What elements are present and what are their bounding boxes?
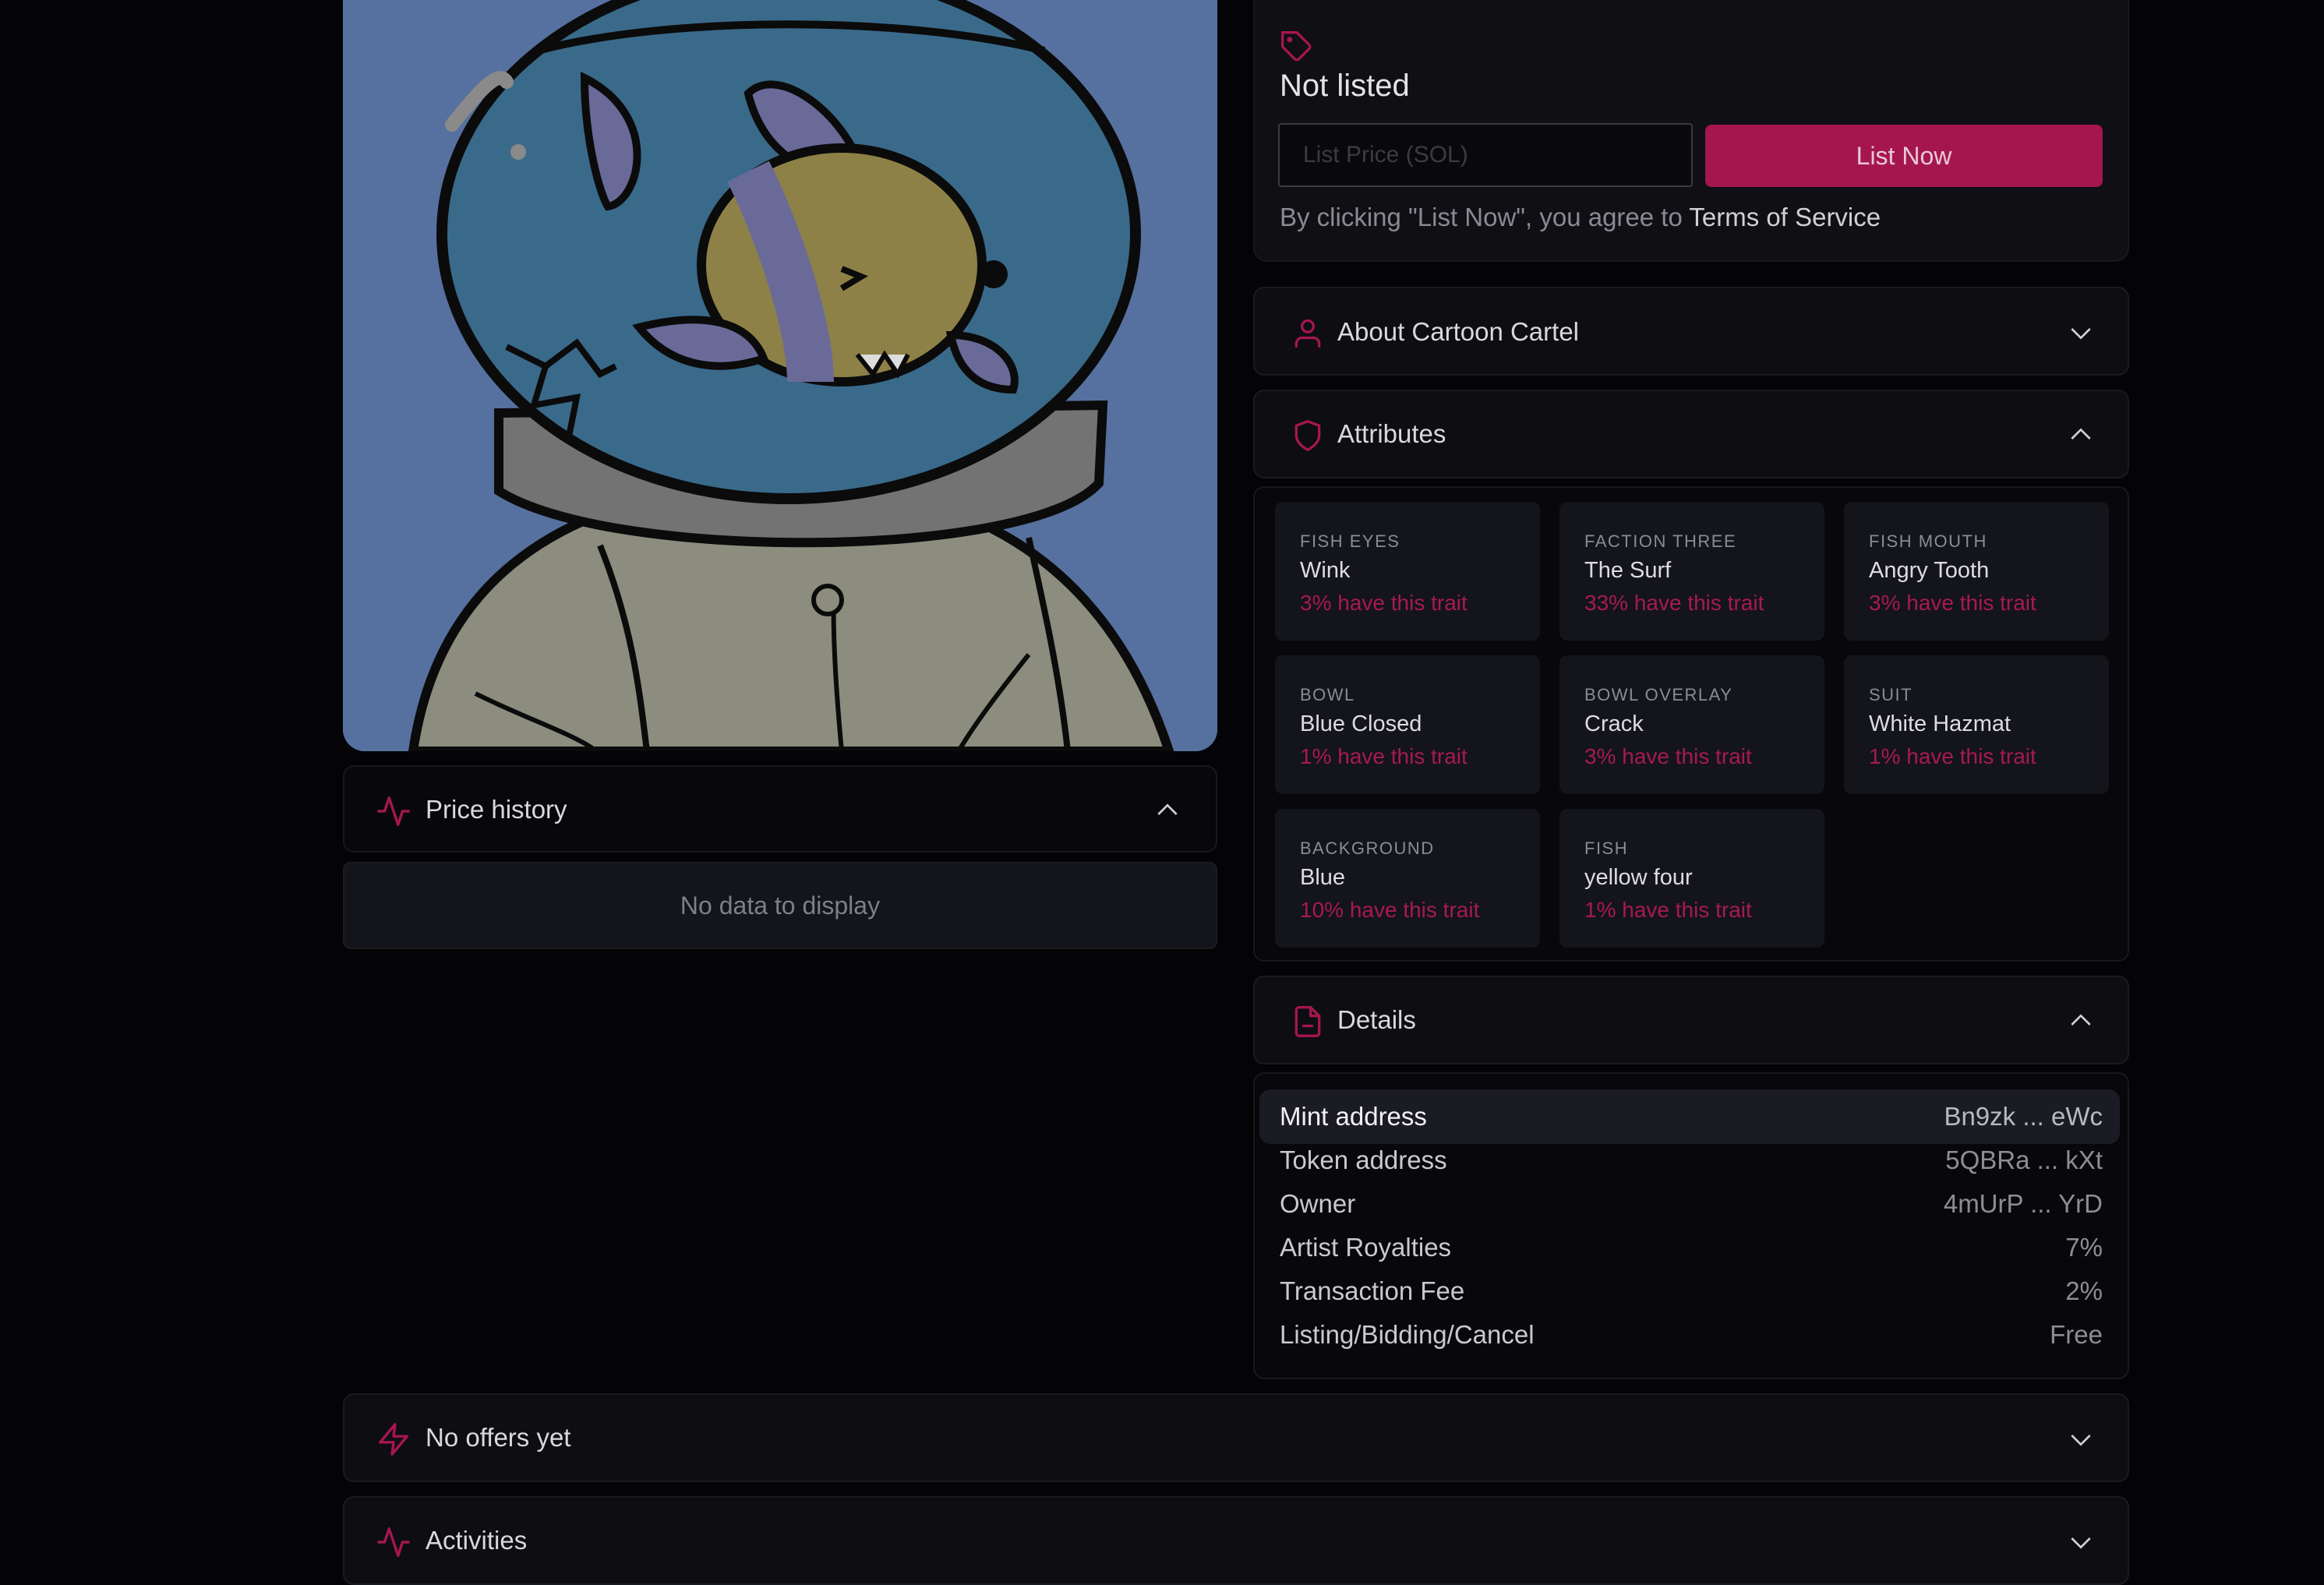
details-header[interactable]: Details	[1253, 976, 2129, 1064]
trait-type: SUIT	[1869, 685, 1913, 704]
trait-value: yellow four	[1584, 865, 1693, 890]
detail-label: Mint address	[1280, 1102, 1427, 1131]
trait-rarity: 1% have this trait	[1300, 744, 1468, 768]
activities-header[interactable]: Activities	[343, 1496, 2129, 1585]
offers-title: No offers yet	[426, 1423, 571, 1452]
attributes-title: Attributes	[1337, 419, 1446, 448]
trait-type: BACKGROUND	[1300, 838, 1435, 858]
detail-value: Free	[2050, 1320, 2103, 1349]
detail-value: 7%	[2065, 1233, 2103, 1262]
detail-value[interactable]: 4mUrP ... YrD	[1944, 1189, 2103, 1219]
chevron-down-icon[interactable]	[2065, 317, 2096, 348]
trait-rarity: 3% have this trait	[1584, 744, 1752, 768]
attributes-grid: FISH EYES Wink 3% have this trait FACTIO…	[1253, 486, 2129, 962]
details-title: Details	[1337, 1005, 1416, 1034]
terms-prefix: By clicking "List Now", you agree to	[1280, 203, 1690, 231]
detail-label: Listing/Bidding/Cancel	[1280, 1320, 1535, 1349]
chevron-up-icon[interactable]	[2065, 419, 2096, 450]
trait-type: FISH MOUTH	[1869, 531, 1987, 551]
trait-card[interactable]: BACKGROUND Blue 10% have this trait	[1275, 809, 1540, 948]
list-price-input[interactable]	[1278, 123, 1693, 187]
tag-icon	[1281, 31, 1312, 62]
trait-rarity: 3% have this trait	[1300, 591, 1468, 615]
trait-card[interactable]: BOWL OVERLAY Crack 3% have this trait	[1559, 655, 1824, 794]
document-icon	[1294, 1006, 1321, 1037]
chevron-up-icon[interactable]	[1152, 795, 1183, 826]
list-now-button[interactable]: List Now	[1705, 125, 2103, 187]
trait-rarity: 1% have this trait	[1869, 744, 2036, 768]
about-title: About Cartoon Cartel	[1337, 317, 1580, 346]
trait-rarity: 33% have this trait	[1584, 591, 1764, 615]
trait-value: Blue	[1300, 865, 1346, 890]
trait-value: Blue Closed	[1300, 711, 1422, 736]
activity-icon	[377, 796, 410, 826]
price-history-chart-area: No data to display	[343, 862, 1217, 949]
cartoon-fish-astronaut-artwork	[343, 0, 1217, 751]
terms-of-service-link[interactable]: Terms of Service	[1689, 203, 1881, 231]
chevron-down-icon[interactable]	[2065, 1527, 2096, 1558]
trait-card[interactable]: FISH MOUTH Angry Tooth 3% have this trai…	[1844, 502, 2109, 641]
no-data-message: No data to display	[680, 891, 881, 920]
trait-card[interactable]: FACTION THREE The Surf 33% have this tra…	[1559, 502, 1824, 641]
detail-label: Owner	[1280, 1189, 1356, 1218]
detail-label: Artist Royalties	[1280, 1233, 1452, 1262]
trait-card[interactable]: SUIT White Hazmat 1% have this trait	[1844, 655, 2109, 794]
shield-icon	[1294, 420, 1321, 451]
lightning-icon	[379, 1423, 408, 1456]
trait-rarity: 3% have this trait	[1869, 591, 2036, 615]
trait-value: Wink	[1300, 558, 1351, 583]
chevron-down-icon[interactable]	[2065, 1424, 2096, 1455]
attributes-header[interactable]: Attributes	[1253, 390, 2129, 478]
trait-type: FISH	[1584, 838, 1629, 858]
trait-value: Angry Tooth	[1869, 558, 1990, 583]
trait-type: BOWL	[1300, 685, 1355, 704]
terms-agreement: By clicking "List Now", you agree to Ter…	[1280, 203, 1881, 232]
trait-rarity: 10% have this trait	[1300, 898, 1480, 922]
trait-card[interactable]: BOWL Blue Closed 1% have this trait	[1275, 655, 1540, 794]
listing-status: Not listed	[1280, 69, 1410, 103]
price-history-title: Price history	[426, 795, 567, 824]
about-collection-header[interactable]: About Cartoon Cartel	[1253, 287, 2129, 376]
trait-card[interactable]: FISH yellow four 1% have this trait	[1559, 809, 1824, 948]
trait-value: White Hazmat	[1869, 711, 2011, 736]
price-history-header[interactable]: Price history	[343, 765, 1217, 853]
trait-card[interactable]: FISH EYES Wink 3% have this trait	[1275, 502, 1540, 641]
offers-header[interactable]: No offers yet	[343, 1393, 2129, 1482]
detail-label: Token address	[1280, 1146, 1447, 1174]
detail-value[interactable]: Bn9zk ... eWc	[1944, 1102, 2103, 1131]
chevron-up-icon[interactable]	[2065, 1005, 2096, 1036]
trait-type: BOWL OVERLAY	[1584, 685, 1733, 704]
trait-value: Crack	[1584, 711, 1644, 736]
activities-title: Activities	[426, 1526, 528, 1555]
detail-label: Transaction Fee	[1280, 1276, 1465, 1305]
trait-type: FISH EYES	[1300, 531, 1400, 551]
user-icon	[1294, 319, 1321, 348]
detail-value[interactable]: 5QBRa ... kXt	[1945, 1146, 2103, 1175]
detail-row-listing-fee: Listing/Bidding/Cancel Free	[1259, 1308, 2120, 1362]
trait-value: The Surf	[1584, 558, 1672, 583]
trait-rarity: 1% have this trait	[1584, 898, 1752, 922]
nft-image	[343, 0, 1217, 751]
detail-value: 2%	[2065, 1276, 2103, 1305]
activity-icon	[377, 1527, 410, 1557]
trait-type: FACTION THREE	[1584, 531, 1737, 551]
